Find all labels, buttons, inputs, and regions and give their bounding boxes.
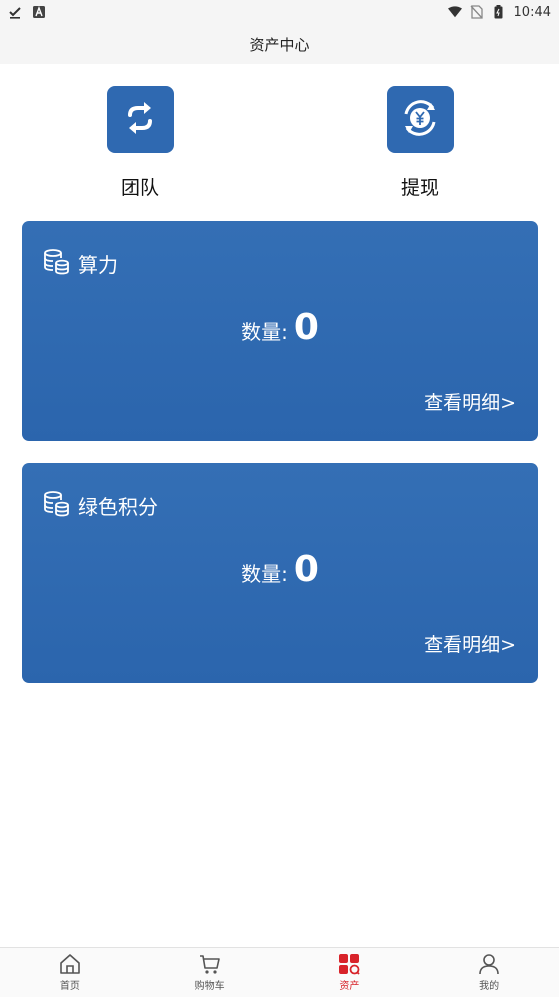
green-points-card: 绿色积分 数量: 0 查看明细> [22,463,538,683]
card-header: 绿色积分 [42,489,158,521]
page-title-bar: 资产中心 [0,24,559,64]
card-title: 绿色积分 [78,494,158,519]
download-done-icon [8,5,22,19]
no-sim-icon [470,5,484,19]
tab-assets[interactable]: 资产 [280,948,420,997]
clock: 10:44 [513,4,551,20]
withdraw-tile[interactable] [386,86,454,153]
tab-label: 首页 [59,981,80,992]
computing-power-card: 算力 数量: 0 查看明细> [22,221,538,441]
tab-label: 我的 [479,981,500,992]
team-button[interactable]: 团队 [80,86,200,200]
view-details-link[interactable]: 查看明细> [424,388,516,415]
notification-a-icon [32,5,46,19]
coins-database-icon [42,489,70,521]
tab-mine[interactable]: 我的 [419,948,559,997]
cart-icon [199,953,221,975]
quantity-value: 0 [293,307,319,348]
tab-home[interactable]: 首页 [0,948,140,997]
team-label: 团队 [120,177,159,199]
quantity-label: 数量: [241,562,288,586]
tab-label: 资产 [339,981,360,992]
card-header: 算力 [42,247,118,279]
assets-icon [338,953,361,975]
tab-label: 购物车 [194,981,225,992]
refresh-arrows-icon [120,98,160,142]
yuan-exchange-icon [398,96,442,144]
quantity-value: 0 [293,549,319,590]
quantity-row: 数量: 0 [22,549,538,590]
quantity-label: 数量: [241,320,288,344]
wifi-icon [447,5,462,19]
withdraw-button[interactable]: 提现 [360,86,480,200]
card-title: 算力 [78,252,118,277]
page-title: 资产中心 [249,35,310,54]
coins-database-icon [42,247,70,279]
quick-actions: 团队 提现 [0,86,559,206]
user-icon [478,953,500,975]
status-bar: 10:44 [0,0,559,24]
team-tile[interactable] [106,86,174,153]
bottom-tab-bar: 首页 购物车 资产 我的 [0,947,559,997]
withdraw-label: 提现 [400,177,439,199]
home-icon [59,953,81,975]
tab-cart[interactable]: 购物车 [140,948,280,997]
battery-icon [492,5,506,19]
quantity-row: 数量: 0 [22,307,538,348]
view-details-link[interactable]: 查看明细> [424,630,516,657]
